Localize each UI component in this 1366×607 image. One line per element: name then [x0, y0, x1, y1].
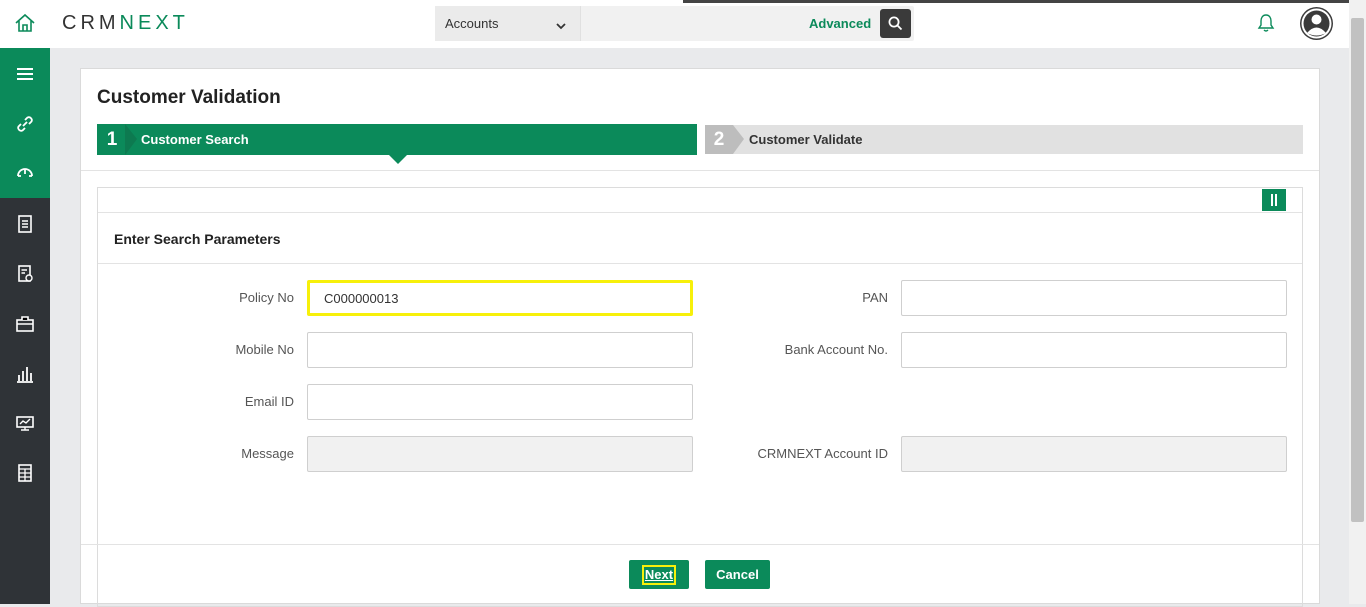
chevron-down-icon	[556, 18, 566, 30]
module-select[interactable]: Accounts	[435, 6, 581, 41]
cancel-button-label: Cancel	[716, 567, 759, 582]
crmnext-account-id-input	[901, 436, 1287, 472]
pause-bar-icon	[1271, 194, 1273, 206]
bank-account-no-input[interactable]	[901, 332, 1287, 368]
pause-bar-icon	[1275, 194, 1277, 206]
bell-icon[interactable]	[1257, 13, 1275, 36]
email-id-label: Email ID	[244, 394, 294, 409]
menu-icon[interactable]	[13, 62, 37, 86]
dashboard-icon[interactable]	[13, 161, 37, 185]
footer-divider	[81, 544, 1319, 545]
policy-no-input[interactable]	[307, 280, 693, 316]
collapse-panel-button[interactable]	[1262, 189, 1286, 211]
loading-indicator	[683, 0, 1349, 3]
section-title: Enter Search Parameters	[114, 231, 281, 247]
step-customer-validate[interactable]: 2 Customer Validate	[705, 125, 1303, 154]
main-card: Customer Validation 1 Customer Search 2 …	[80, 68, 1320, 607]
message-input	[307, 436, 693, 472]
ledger-icon[interactable]	[13, 461, 37, 485]
module-select-value: Accounts	[445, 16, 499, 31]
step-number: 1	[106, 129, 118, 150]
divider	[98, 263, 1302, 264]
divider	[81, 170, 1319, 171]
app-logo: CRMNEXT	[62, 12, 189, 34]
scrollbar-thumb[interactable]	[1351, 18, 1364, 522]
policy-no-label: Policy No	[239, 290, 294, 305]
report-icon[interactable]	[13, 262, 37, 286]
briefcase-icon[interactable]	[13, 312, 37, 336]
cancel-button[interactable]: Cancel	[705, 560, 770, 589]
presentation-icon[interactable]	[13, 411, 37, 435]
step-arrow	[733, 125, 744, 154]
search-input[interactable]	[582, 6, 806, 43]
pan-input[interactable]	[901, 280, 1287, 316]
step-label: Customer Validate	[749, 132, 863, 147]
link-icon[interactable]	[13, 112, 37, 136]
top-bar: CRMNEXT Accounts Advanced	[0, 0, 1366, 48]
advanced-search-link[interactable]: Advanced	[809, 16, 871, 31]
user-avatar[interactable]	[1300, 7, 1333, 40]
next-button-label: Next	[641, 565, 677, 585]
active-step-pointer	[389, 155, 407, 164]
global-search: Accounts Advanced	[435, 6, 914, 43]
page-title: Customer Validation	[97, 87, 281, 108]
home-icon[interactable]	[14, 13, 38, 35]
step-number: 2	[705, 125, 733, 154]
mobile-no-label: Mobile No	[235, 342, 294, 357]
clipboard-icon[interactable]	[13, 212, 37, 236]
mobile-no-input[interactable]	[307, 332, 693, 368]
crmnext-account-id-label: CRMNEXT Account ID	[757, 446, 888, 461]
analytics-icon[interactable]	[13, 362, 37, 386]
step-customer-search[interactable]: 1 Customer Search	[97, 124, 697, 164]
bank-account-no-label: Bank Account No.	[784, 342, 888, 357]
left-sidebar	[0, 48, 50, 604]
next-button[interactable]: Next	[629, 560, 689, 589]
email-id-input[interactable]	[307, 384, 693, 420]
pan-label: PAN	[862, 290, 888, 305]
step-label: Customer Search	[141, 132, 249, 147]
step-arrow	[125, 124, 137, 155]
divider	[98, 212, 1302, 213]
message-label: Message	[241, 446, 294, 461]
search-icon	[888, 16, 903, 31]
search-button[interactable]	[880, 9, 911, 38]
